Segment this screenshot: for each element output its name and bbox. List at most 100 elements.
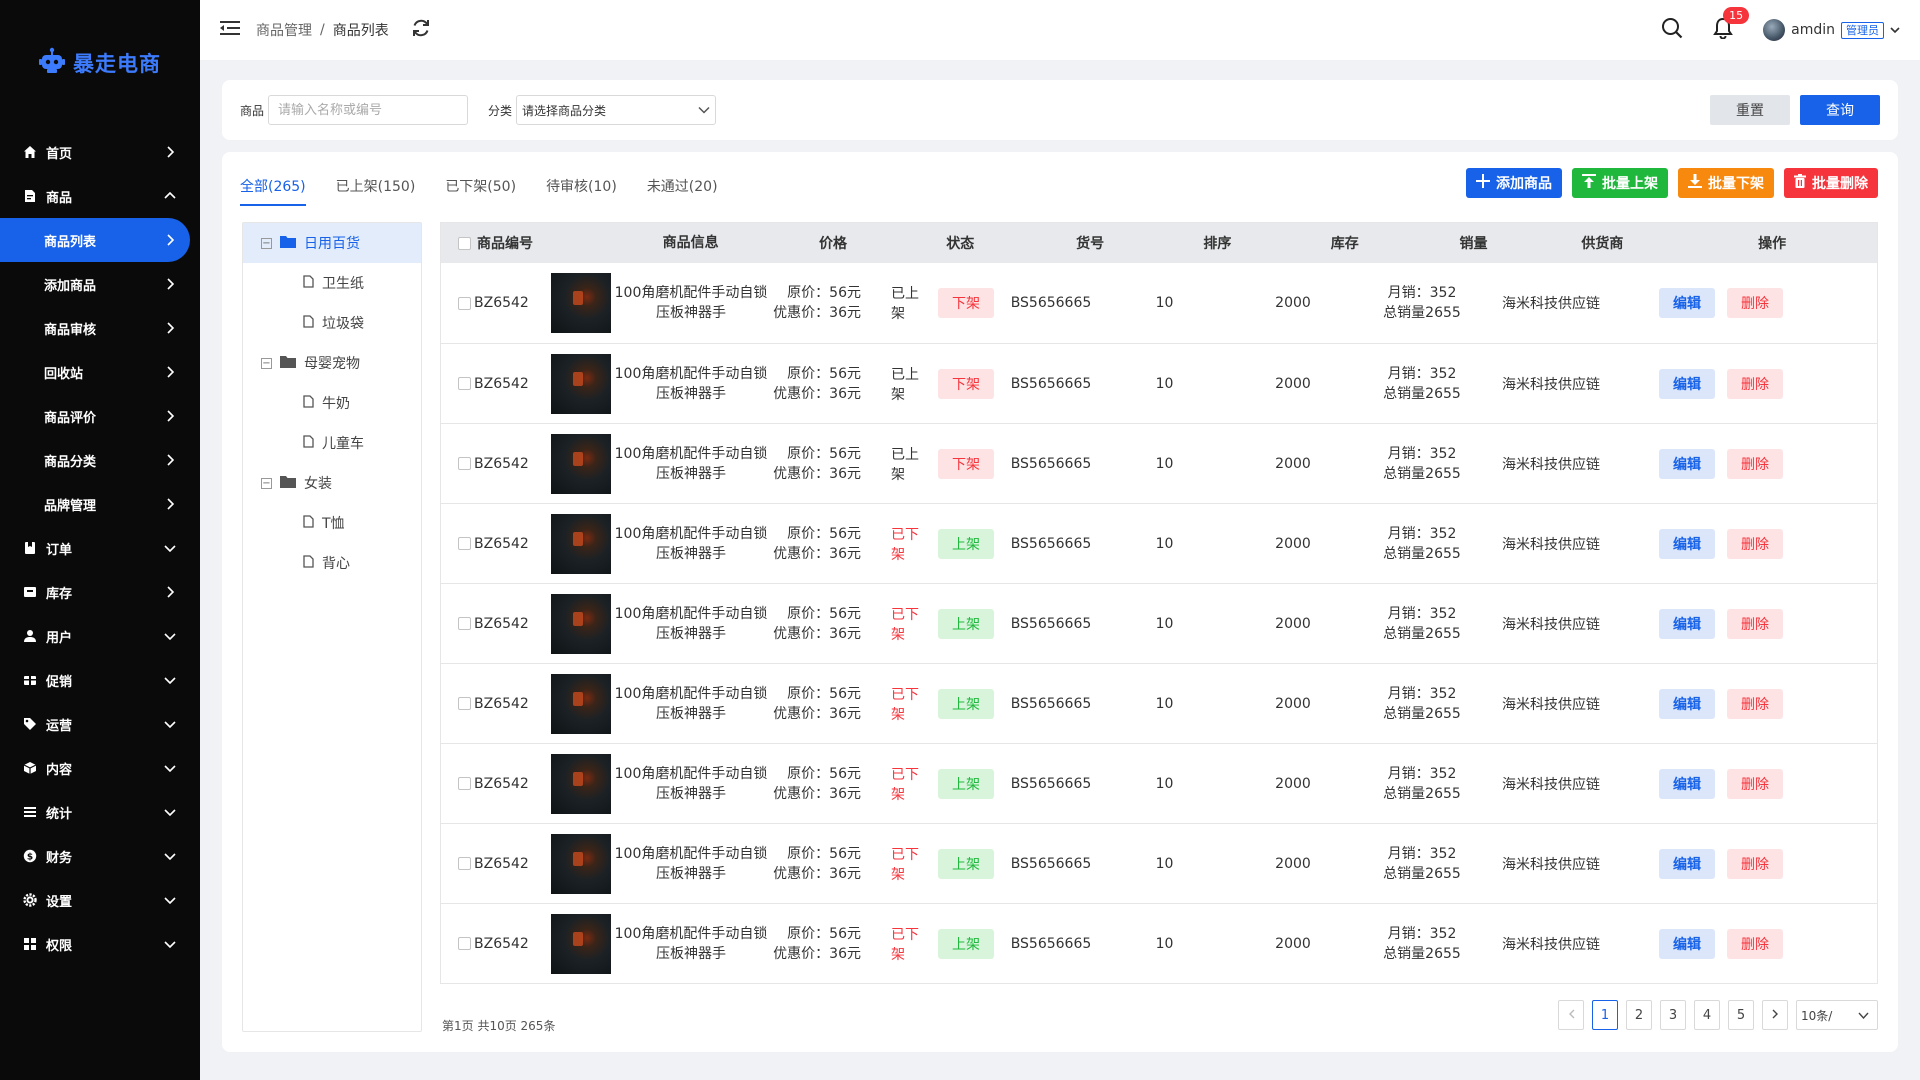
product-thumbnail[interactable] [551,673,611,734]
sidebar-item-4[interactable]: 商品审核 [0,306,200,350]
tree-node-6[interactable]: − 女装 [243,463,421,503]
on-shelf-button[interactable]: 上架 [938,688,994,719]
sidebar-item-6[interactable]: 商品评价 [0,394,200,438]
product-thumbnail[interactable] [551,913,611,974]
tree-node-0[interactable]: − 日用百货 [243,223,421,263]
delete-button[interactable]: 删除 [1727,848,1783,879]
search-icon[interactable] [1661,17,1683,43]
row-checkbox[interactable] [458,377,471,390]
row-checkbox[interactable] [458,296,471,310]
tree-node-4[interactable]: 牛奶 [243,383,421,423]
reset-button[interactable]: 重置 [1710,95,1790,125]
sidebar-item-10[interactable]: 库存 [0,570,200,614]
product-thumbnail[interactable] [551,753,611,814]
product-name[interactable]: 100角磨机配件手动自锁压板神器手 [611,283,771,323]
page-3-button[interactable]: 3 [1660,1000,1686,1030]
product-thumbnail[interactable] [551,833,611,894]
delete-button[interactable]: 删除 [1727,928,1783,959]
sidebar-item-12[interactable]: 促销 [0,658,200,702]
product-name[interactable]: 100角磨机配件手动自锁压板神器手 [611,684,771,724]
tree-node-1[interactable]: 卫生纸 [243,263,421,303]
row-checkbox[interactable] [458,777,471,790]
on-shelf-button[interactable]: 上架 [938,848,994,879]
off-shelf-button[interactable]: 下架 [938,368,994,399]
logo[interactable]: 暴走电商 [0,0,200,130]
sidebar-item-9[interactable]: 订单 [0,526,200,570]
sidebar-item-15[interactable]: 统计 [0,790,200,834]
sidebar-item-13[interactable]: 运营 [0,702,200,746]
product-thumbnail[interactable] [551,513,611,574]
product-thumbnail[interactable] [551,433,611,494]
edit-button[interactable]: 编辑 [1659,368,1715,399]
sidebar-item-11[interactable]: 用户 [0,614,200,658]
delete-button[interactable]: 删除 [1727,368,1783,399]
collapse-icon[interactable]: − [261,477,272,489]
sidebar-item-14[interactable]: 内容 [0,746,200,790]
sidebar-item-18[interactable]: 权限 [0,922,200,966]
row-checkbox[interactable] [458,697,471,710]
product-thumbnail[interactable] [551,273,611,333]
edit-button[interactable]: 编辑 [1659,608,1715,639]
edit-button[interactable]: 编辑 [1659,848,1715,879]
delete-button[interactable]: 删除 [1727,528,1783,559]
sidebar-item-1[interactable]: 商品 [0,174,200,218]
on-shelf-button[interactable]: 上架 [938,528,994,559]
tab-2[interactable]: 已下架(50) [445,176,516,206]
product-search-input[interactable] [268,95,469,125]
collapse-icon[interactable]: − [261,237,272,249]
next-page-button[interactable] [1762,1000,1788,1030]
batch-off-shelf-button[interactable]: 批量下架 [1678,168,1774,198]
page-2-button[interactable]: 2 [1626,1000,1652,1030]
edit-button[interactable]: 编辑 [1659,448,1715,479]
edit-button[interactable]: 编辑 [1659,688,1715,719]
edit-button[interactable]: 编辑 [1659,768,1715,799]
tab-3[interactable]: 待审核(10) [546,176,617,206]
add-product-button[interactable]: 添加商品 [1466,168,1562,198]
breadcrumb-item-product-mgmt[interactable]: 商品管理 [256,20,312,40]
delete-button[interactable]: 删除 [1727,288,1783,318]
product-name[interactable]: 100角磨机配件手动自锁压板神器手 [611,524,771,564]
sidebar-item-7[interactable]: 商品分类 [0,438,200,482]
tab-1[interactable]: 已上架(150) [336,176,416,206]
row-checkbox[interactable] [458,857,471,870]
on-shelf-button[interactable]: 上架 [938,608,994,639]
category-select[interactable]: 请选择商品分类 [516,95,717,125]
sidebar-item-0[interactable]: 首页 [0,130,200,174]
tab-0[interactable]: 全部(265) [240,176,306,206]
tree-node-8[interactable]: 背心 [243,543,421,583]
edit-button[interactable]: 编辑 [1659,288,1715,318]
row-checkbox[interactable] [458,617,471,630]
delete-button[interactable]: 删除 [1727,608,1783,639]
product-name[interactable]: 100角磨机配件手动自锁压板神器手 [611,764,771,804]
batch-delete-button[interactable]: 批量删除 [1784,168,1878,198]
page-1-button[interactable]: 1 [1592,1000,1618,1030]
select-all-checkbox[interactable] [457,236,471,250]
product-name[interactable]: 100角磨机配件手动自锁压板神器手 [611,604,771,644]
product-name[interactable]: 100角磨机配件手动自锁压板神器手 [611,444,771,484]
on-shelf-button[interactable]: 上架 [938,768,994,799]
off-shelf-button[interactable]: 下架 [938,448,994,479]
page-5-button[interactable]: 5 [1728,1000,1754,1030]
off-shelf-button[interactable]: 下架 [938,288,994,318]
tree-node-5[interactable]: 儿童车 [243,423,421,463]
row-checkbox[interactable] [458,537,471,550]
tree-node-3[interactable]: − 母婴宠物 [243,343,421,383]
edit-button[interactable]: 编辑 [1659,528,1715,559]
menu-collapse-icon[interactable] [220,20,240,40]
tree-node-2[interactable]: 垃圾袋 [243,303,421,343]
sidebar-item-8[interactable]: 品牌管理 [0,482,200,526]
collapse-icon[interactable]: − [261,357,272,369]
delete-button[interactable]: 删除 [1727,768,1783,799]
product-name[interactable]: 100角磨机配件手动自锁压板神器手 [611,364,771,404]
sidebar-item-2[interactable]: 商品列表 [0,218,190,262]
batch-on-shelf-button[interactable]: 批量上架 [1572,168,1668,198]
sidebar-item-5[interactable]: 回收站 [0,350,200,394]
product-name[interactable]: 100角磨机配件手动自锁压板神器手 [611,924,771,964]
sidebar-item-16[interactable]: $ 财务 [0,834,200,878]
product-thumbnail[interactable] [551,593,611,654]
tab-4[interactable]: 未通过(20) [647,176,718,206]
product-name[interactable]: 100角磨机配件手动自锁压板神器手 [611,844,771,884]
delete-button[interactable]: 删除 [1727,688,1783,719]
row-checkbox[interactable] [458,937,471,950]
product-thumbnail[interactable] [551,353,611,414]
